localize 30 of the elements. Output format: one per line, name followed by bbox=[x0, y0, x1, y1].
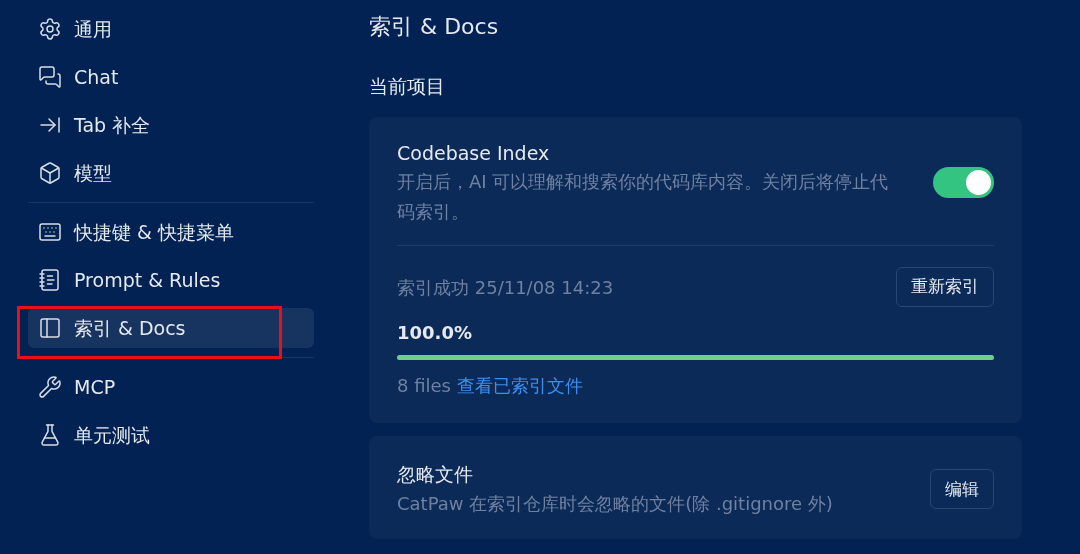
setting-title: Codebase Index bbox=[397, 140, 551, 166]
toggle-switch[interactable] bbox=[933, 167, 994, 199]
keyboard-icon bbox=[38, 220, 62, 244]
sidebar-item[interactable]: 单元测试 bbox=[28, 415, 314, 455]
chat-bubbles-icon bbox=[38, 65, 62, 89]
setting-description: CatPaw 在索引仓库时会忽略的文件(除 .gitignore 外) bbox=[397, 491, 834, 516]
wrench-icon bbox=[38, 375, 62, 399]
sidebar-item[interactable]: 模型 bbox=[28, 153, 314, 193]
edit-button[interactable]: 编辑 bbox=[930, 469, 994, 510]
gear-icon bbox=[38, 17, 62, 41]
page-title: 索引 & Docs bbox=[369, 13, 500, 41]
section-heading: 当前项目 bbox=[369, 74, 446, 99]
notebook-icon bbox=[38, 268, 62, 292]
sidebar-item[interactable]: Tab 补全 bbox=[28, 105, 314, 145]
index-status: 索引成功 25/11/08 14:23 bbox=[397, 275, 614, 300]
sidebar-item[interactable]: 快捷键 & 快捷菜单 bbox=[28, 212, 314, 252]
sidebar-item[interactable]: Prompt & Rules bbox=[28, 260, 314, 300]
panel-icon bbox=[38, 316, 62, 340]
cube-icon bbox=[38, 161, 62, 185]
flask-icon bbox=[38, 423, 62, 447]
sidebar-item[interactable]: 索引 & Docs bbox=[28, 308, 314, 348]
file-count: 8 files bbox=[397, 374, 451, 398]
sidebar-item[interactable]: Chat bbox=[28, 57, 314, 97]
view-indexed-files-link[interactable]: 查看已索引文件 bbox=[456, 372, 583, 399]
setting-description: 开启后，AI 可以理解和搜索你的代码库内容。关闭后将停止代码索引。 bbox=[397, 170, 890, 224]
sidebar-item[interactable]: 通用 bbox=[28, 9, 314, 49]
progress-percent: 100.0% bbox=[397, 321, 473, 345]
sidebar-item[interactable]: MCP bbox=[28, 367, 314, 407]
reindex-button[interactable]: 重新索引 bbox=[896, 267, 994, 307]
setting-title: 忽略文件 bbox=[397, 462, 474, 487]
